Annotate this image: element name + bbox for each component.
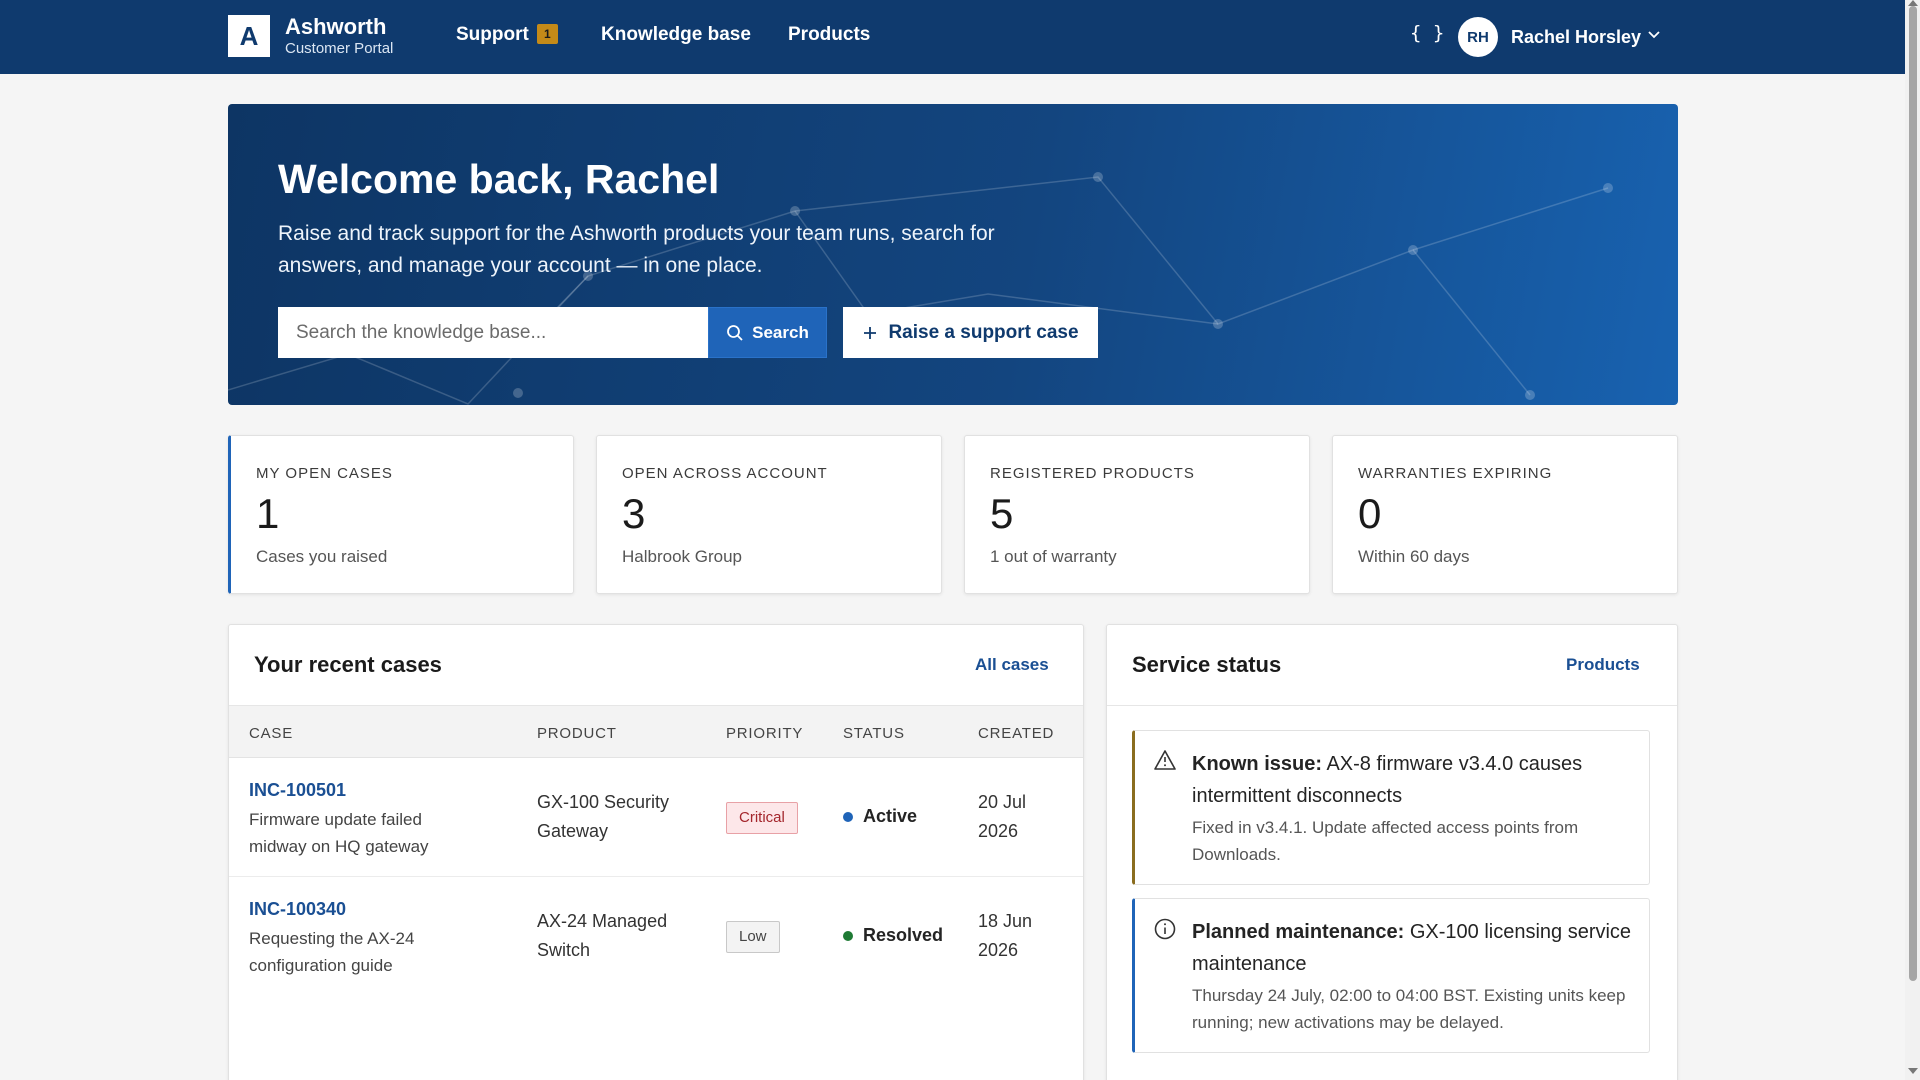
table-row[interactable]: INC-100501 Firmware update failed midway… bbox=[229, 758, 1083, 877]
stat-card-open-across-account[interactable]: OPEN ACROSS ACCOUNT 3 Halbrook Group bbox=[596, 435, 942, 594]
service-status-panel: Service status Products Known issue: AX-… bbox=[1106, 624, 1678, 1080]
search-icon bbox=[727, 324, 743, 341]
case-id-link[interactable]: INC-100501 bbox=[249, 780, 346, 801]
notice-heading: Planned maintenance: GX-100 licensing se… bbox=[1192, 916, 1632, 980]
status-label: Active bbox=[863, 806, 918, 826]
status-dot-icon bbox=[843, 930, 853, 941]
stat-subtext: Cases you raised bbox=[256, 547, 388, 566]
stat-value: 1 bbox=[256, 490, 280, 537]
stat-label: MY OPEN CASES bbox=[256, 465, 393, 482]
notice-label: Known issue: bbox=[1192, 753, 1323, 775]
top-navigation: A Ashworth Customer Portal Support 1 Know… bbox=[0, 0, 1905, 74]
notice-body: Fixed in v3.4.1. Update affected access … bbox=[1192, 818, 1579, 864]
case-description: Firmware update failed midway on HQ gate… bbox=[249, 810, 429, 856]
case-status: Active bbox=[843, 806, 917, 827]
scroll-thumb[interactable] bbox=[1909, 6, 1917, 981]
avatar[interactable]: RH bbox=[1458, 17, 1498, 57]
user-name[interactable]: Rachel Horsley bbox=[1511, 27, 1641, 48]
nav-item-support[interactable]: Support 1 bbox=[456, 24, 558, 46]
brand-subtitle: Customer Portal bbox=[285, 40, 394, 57]
notice-label: Planned maintenance: bbox=[1192, 921, 1405, 943]
column-header-status[interactable]: STATUS bbox=[843, 725, 905, 742]
page-scrollbar[interactable] bbox=[1905, 0, 1920, 1080]
priority-badge: Low bbox=[726, 921, 780, 953]
column-header-created[interactable]: CREATED bbox=[978, 725, 1054, 742]
stat-subtext: 1 out of warranty bbox=[990, 547, 1117, 566]
column-header-priority[interactable]: PRIORITY bbox=[726, 725, 803, 742]
stat-value: 0 bbox=[1358, 490, 1382, 537]
stat-label: WARRANTIES EXPIRING bbox=[1358, 465, 1553, 482]
service-status-title: Service status bbox=[1132, 652, 1282, 677]
nav-item-knowledge-base[interactable]: Knowledge base bbox=[601, 24, 751, 46]
notice-heading: Known issue: AX-8 firmware v3.4.0 causes… bbox=[1192, 748, 1632, 812]
case-created-date: 20 Jul 2026 bbox=[978, 792, 1027, 841]
developer-tools-icon[interactable]: { } bbox=[1410, 22, 1444, 44]
recent-cases-panel: Your recent cases All cases CASE PRODUCT… bbox=[228, 624, 1084, 1080]
stat-card-my-open-cases[interactable]: MY OPEN CASES 1 Cases you raised bbox=[228, 435, 574, 594]
stat-value: 5 bbox=[990, 490, 1014, 537]
case-description: Requesting the AX-24 configuration guide bbox=[249, 929, 415, 975]
search-button[interactable]: Search bbox=[708, 307, 827, 358]
table-row[interactable]: INC-100340 Requesting the AX-24 configur… bbox=[229, 877, 1083, 996]
status-label: Resolved bbox=[863, 925, 944, 945]
maintenance-notice: Planned maintenance: GX-100 licensing se… bbox=[1132, 898, 1650, 1053]
stat-subtext: Within 60 days bbox=[1358, 547, 1470, 566]
warning-triangle-icon bbox=[1154, 750, 1176, 770]
priority-badge: Critical bbox=[726, 802, 798, 834]
page-title: Welcome back, Rachel bbox=[278, 156, 720, 202]
case-created-date: 18 Jun 2026 bbox=[978, 911, 1033, 960]
stat-label: OPEN ACROSS ACCOUNT bbox=[622, 465, 828, 482]
case-product: AX-24 Managed Switch bbox=[537, 911, 668, 960]
scroll-down-arrow-icon[interactable] bbox=[1908, 1068, 1918, 1074]
brand[interactable]: Ashworth Customer Portal bbox=[285, 14, 393, 58]
stat-card-registered-products[interactable]: REGISTERED PRODUCTS 5 1 out of warranty bbox=[964, 435, 1310, 594]
raise-case-label: Raise a support case bbox=[888, 321, 1079, 343]
brand-name: Ashworth bbox=[285, 14, 387, 39]
stat-value: 3 bbox=[622, 490, 646, 537]
all-cases-link[interactable]: All cases bbox=[975, 655, 1049, 675]
recent-cases-title: Your recent cases bbox=[254, 652, 442, 677]
welcome-hero: Welcome back, Rachel Raise and track sup… bbox=[228, 104, 1678, 405]
notice-body: Thursday 24 July, 02:00 to 04:00 BST. Ex… bbox=[1192, 986, 1626, 1032]
nav-item-label: Support bbox=[456, 24, 529, 45]
stat-subtext: Halbrook Group bbox=[622, 547, 743, 566]
raise-case-button[interactable]: Raise a support case bbox=[843, 307, 1098, 358]
cases-table-header: CASE PRODUCT PRIORITY STATUS CREATED bbox=[229, 706, 1083, 758]
stat-label: REGISTERED PRODUCTS bbox=[990, 465, 1195, 482]
known-issue-notice: Known issue: AX-8 firmware v3.4.0 causes… bbox=[1132, 730, 1650, 885]
case-status: Resolved bbox=[843, 925, 943, 946]
info-circle-icon bbox=[1154, 918, 1176, 940]
chevron-down-icon[interactable] bbox=[1646, 26, 1662, 42]
column-header-case[interactable]: CASE bbox=[249, 725, 293, 742]
case-id-link[interactable]: INC-100340 bbox=[249, 899, 346, 920]
support-count-badge: 1 bbox=[536, 24, 558, 44]
nav-item-products[interactable]: Products bbox=[788, 24, 870, 46]
hero-description: Raise and track support for the Ashworth… bbox=[278, 222, 995, 277]
search-button-label: Search bbox=[752, 322, 809, 342]
status-dot-icon bbox=[843, 811, 853, 822]
case-product: GX-100 Security Gateway bbox=[537, 792, 670, 841]
stat-card-warranties-expiring[interactable]: WARRANTIES EXPIRING 0 Within 60 days bbox=[1332, 435, 1678, 594]
knowledge-search-input[interactable] bbox=[278, 307, 708, 358]
logo[interactable]: A bbox=[228, 15, 270, 57]
divider bbox=[1107, 705, 1677, 706]
plus-icon bbox=[864, 326, 877, 339]
products-link[interactable]: Products bbox=[1566, 655, 1640, 675]
column-header-product[interactable]: PRODUCT bbox=[537, 725, 617, 742]
